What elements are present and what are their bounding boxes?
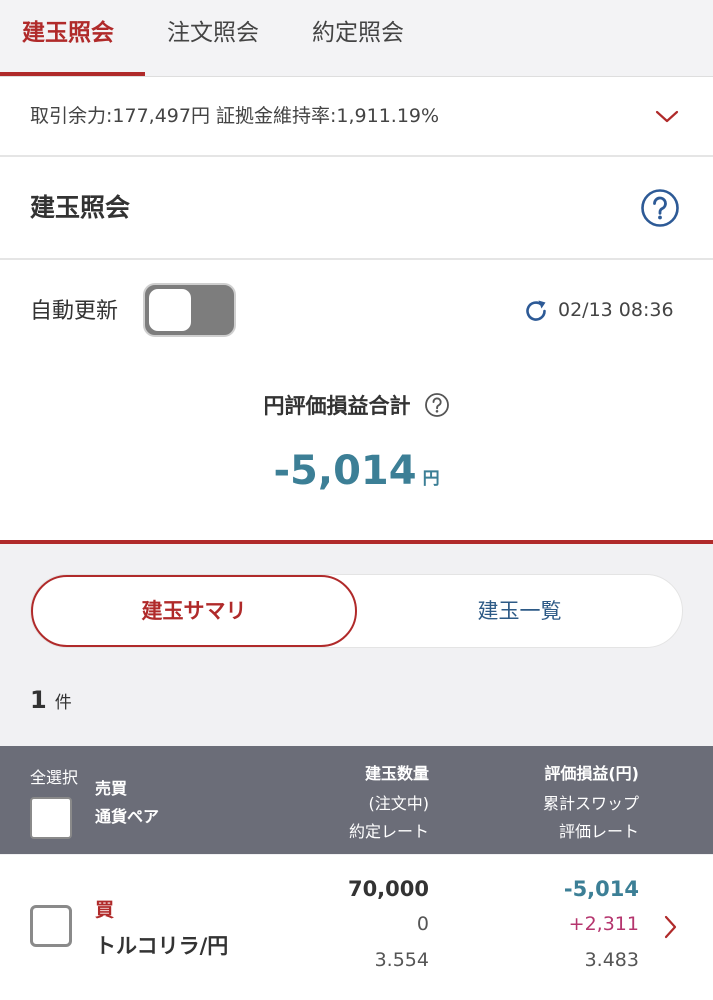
help-icon[interactable] [640,188,680,228]
column-pending: (注文中) [368,794,430,813]
tab-orders[interactable]: 注文照会 [167,0,259,76]
segment-position-list[interactable]: 建玉一覧 [357,575,682,647]
row-eval-rate: 3.483 [584,949,639,971]
last-updated-timestamp: 02/13 08:36 [558,299,674,321]
total-pl-label-row: 円評価損益合計 [0,390,713,430]
select-all-label: 全選択 [30,768,79,787]
total-pl-label: 円評価損益合計 [263,394,411,418]
row-pl: -5,014 [563,877,639,901]
toggle-knob [149,289,191,331]
count-value: 1 [30,686,47,714]
help-icon[interactable] [424,392,450,418]
row-swap: +2,311 [568,913,639,935]
auto-update-label: 自動更新 [30,299,119,324]
row-checkbox[interactable] [30,905,72,947]
page-title: 建玉照会 [30,193,131,222]
total-pl-value-row: -5,014 円 [0,448,713,504]
tab-executions[interactable]: 約定照会 [312,0,404,76]
select-all-checkbox[interactable] [30,797,72,839]
table-header: 全選択 売買 通貨ペア 建玉数量 (注文中) 約定レート 評価損益(円) 累計ス… [0,746,713,854]
column-contract-rate: 約定レート [348,822,429,841]
margin-info-text: 取引余力:177,497円 証拠金維持率:1,911.19% [30,105,440,127]
column-pl: 評価損益(円) [544,764,639,783]
column-eval-rate: 評価レート [558,822,639,841]
row-qty: 70,000 [347,877,429,901]
count-unit: 件 [54,693,72,713]
chevron-down-icon[interactable] [652,101,682,131]
total-pl-unit: 円 [422,469,440,489]
active-tab-indicator [0,72,145,76]
column-swap: 累計スワップ [542,794,639,813]
segment-position-summary[interactable]: 建玉サマリ [31,575,357,647]
table-row[interactable]: 買 トルコリラ/円 70,000 0 3.554 -5,014 +2,311 3… [0,855,713,1000]
refresh-icon[interactable] [522,297,550,325]
page-header: 建玉照会 [0,157,713,260]
row-contract-rate: 3.554 [374,949,429,971]
auto-update-toggle[interactable] [143,283,236,337]
row-pending: 0 [416,913,429,935]
tab-positions[interactable]: 建玉照会 [22,0,114,76]
top-tab-bar: 建玉照会 注文照会 約定照会 [0,0,713,77]
column-qty: 建玉数量 [364,764,429,783]
total-pl-value: -5,014 [273,448,417,494]
margin-info-bar[interactable]: 取引余力:177,497円 証拠金維持率:1,911.19% [0,77,713,157]
chevron-right-icon[interactable] [660,913,680,941]
column-pair: 通貨ペア [95,807,160,826]
result-count: 1件 [30,682,72,721]
row-side: 買 [95,899,115,921]
row-currency-pair: トルコリラ/円 [95,934,229,958]
column-side: 売買 [95,779,128,798]
